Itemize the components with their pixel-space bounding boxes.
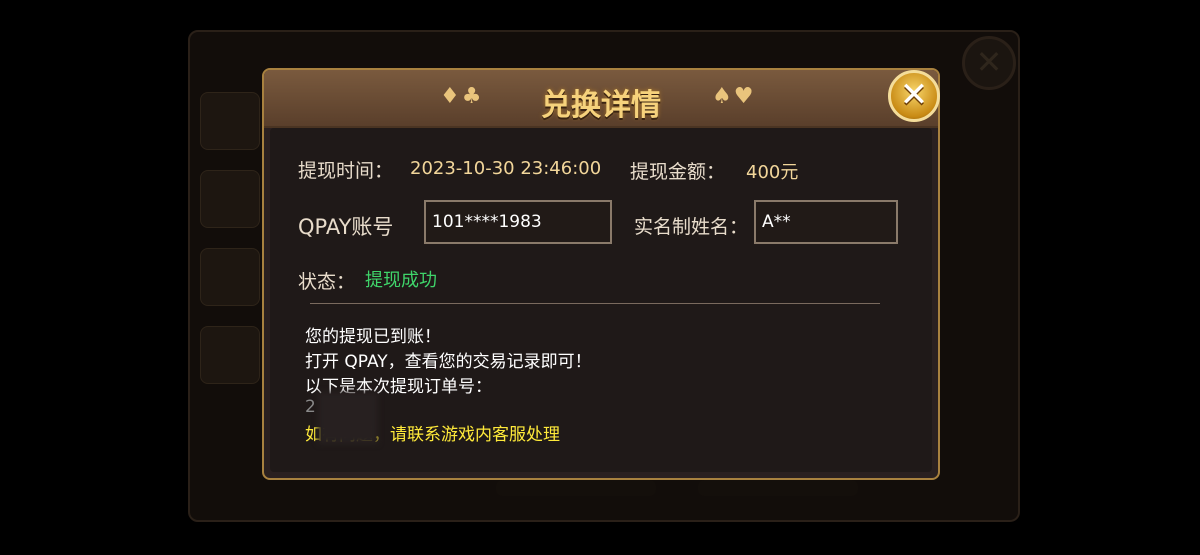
- qpay-account-label: QPAY账号: [298, 215, 394, 239]
- status-value: 提现成功: [365, 270, 437, 291]
- card-suits-icon-right: ♠♥: [712, 84, 756, 109]
- withdraw-amount-value: 400元: [746, 162, 799, 183]
- qpay-account-field: 101****1983: [424, 200, 612, 244]
- close-button[interactable]: ✕: [888, 70, 940, 122]
- withdraw-amount-label: 提现金额：: [630, 161, 726, 183]
- background-tab-2: [200, 170, 260, 228]
- message-line-1: 您的提现已到账！: [305, 327, 441, 347]
- real-name-field: A**: [754, 200, 898, 244]
- close-icon: ✕: [899, 75, 929, 115]
- message-line-2: 打开 QPAY，查看您的交易记录即可！: [305, 352, 592, 372]
- order-number: 2: [305, 397, 316, 417]
- dialog-header: ♦♣ 兑换详情 ♠♥: [264, 70, 938, 128]
- background-tab-3: [200, 248, 260, 306]
- divider: [310, 303, 880, 304]
- background-footer-button-2: [698, 480, 858, 496]
- dialog-title: 兑换详情: [541, 88, 661, 123]
- background-tab-1: [200, 92, 260, 150]
- withdraw-time-value: 2023-10-30 23:46:00: [410, 158, 602, 179]
- background-footer-button-1: [496, 480, 656, 496]
- real-name-label: 实名制姓名：: [634, 216, 749, 238]
- background-tab-4: [200, 326, 260, 384]
- status-label: 状态：: [298, 271, 356, 293]
- withdraw-time-label: 提现时间：: [298, 160, 394, 182]
- background-close-icon: ✕: [962, 36, 1016, 90]
- redacted-blur: [318, 392, 378, 444]
